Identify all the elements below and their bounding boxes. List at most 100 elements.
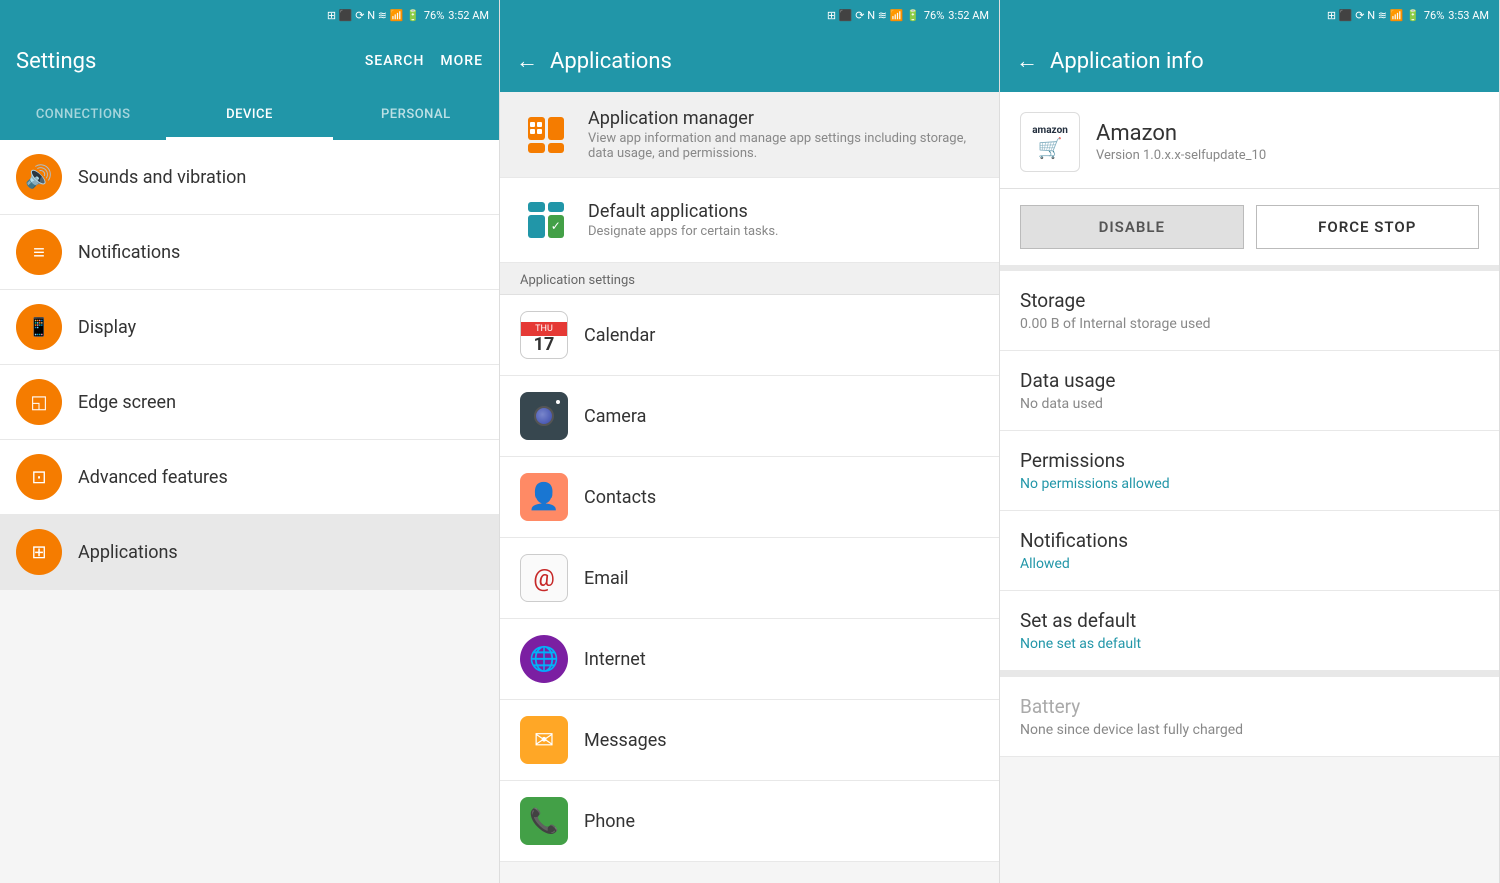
app-manager-name: Application manager	[588, 108, 979, 129]
notifications-value: Allowed	[1020, 556, 1479, 572]
battery-section[interactable]: Battery None since device last fully cha…	[1000, 677, 1499, 757]
applications-back-btn[interactable]: ←	[516, 48, 538, 74]
app-info-back-btn[interactable]: ←	[1016, 48, 1038, 74]
set-default-section[interactable]: Set as default None set as default	[1000, 591, 1499, 671]
default-apps-text: Default applications Designate apps for …	[588, 201, 778, 239]
settings-title: Settings	[16, 49, 365, 74]
camera-item[interactable]: Camera	[500, 376, 999, 457]
email-item[interactable]: @ Email	[500, 538, 999, 619]
default-apps-desc: Designate apps for certain tasks.	[588, 224, 778, 239]
data-usage-section[interactable]: Data usage No data used	[1000, 351, 1499, 431]
battery-pct-2: 76%	[924, 9, 944, 22]
notifications-label: Notifications	[78, 242, 180, 263]
notifications-section[interactable]: Notifications Allowed	[1000, 511, 1499, 591]
settings-list: 🔊 Sounds and vibration ≡ Notifications 📱…	[0, 140, 499, 883]
display-icon: 📱	[16, 304, 62, 350]
app-name-version: Amazon Version 1.0.x.x-selfupdate_10	[1096, 121, 1266, 163]
permissions-title: Permissions	[1020, 449, 1479, 472]
app-info-content: amazon 🛒 Amazon Version 1.0.x.x-selfupda…	[1000, 92, 1499, 883]
default-apps-item[interactable]: ✓ Default applications Designate apps fo…	[500, 178, 999, 263]
calendar-icon: THU 17	[520, 311, 568, 359]
camera-text: Camera	[584, 406, 646, 427]
settings-item-notifications[interactable]: ≡ Notifications	[0, 215, 499, 290]
phone-item[interactable]: 📞 Phone	[500, 781, 999, 862]
settings-actions: SEARCH MORE	[365, 53, 483, 69]
internet-name: Internet	[584, 649, 646, 670]
settings-item-display[interactable]: 📱 Display	[0, 290, 499, 365]
app-manager-desc: View app information and manage app sett…	[588, 131, 979, 161]
notifications-title: Notifications	[1020, 529, 1479, 552]
app-settings-header: Application settings	[500, 263, 999, 295]
disable-button[interactable]: DISABLE	[1020, 205, 1244, 249]
apps-icon: ⊞	[16, 529, 62, 575]
email-icon: @	[520, 554, 568, 602]
settings-item-edge[interactable]: ◱ Edge screen	[0, 365, 499, 440]
settings-tabs: CONNECTIONS DEVICE PERSONAL	[0, 92, 499, 140]
settings-item-advanced[interactable]: ⊡ Advanced features	[0, 440, 499, 515]
applications-title: Applications	[550, 49, 983, 74]
more-action[interactable]: MORE	[440, 53, 483, 69]
battery-pct-3: 76%	[1424, 9, 1444, 22]
settings-panel: ⊞ ⬛ ⟳ N ≋ 📶 🔋 76% 3:52 AM Settings SEARC…	[0, 0, 500, 883]
notification-icon: ≡	[16, 229, 62, 275]
tab-device[interactable]: DEVICE	[166, 92, 332, 140]
display-label: Display	[78, 317, 136, 338]
time-2: 3:52 AM	[948, 9, 989, 22]
email-name: Email	[584, 568, 629, 589]
amazon-app-name: Amazon	[1096, 121, 1266, 146]
phone-text: Phone	[584, 811, 635, 832]
status-icons-3: ⊞ ⬛ ⟳ N ≋ 📶 🔋	[1327, 9, 1420, 22]
applications-label: Applications	[78, 542, 178, 563]
advanced-label: Advanced features	[78, 467, 228, 488]
edge-icon: ◱	[16, 379, 62, 425]
status-icons-1: ⊞ ⬛ ⟳ N ≋ 📶 🔋	[327, 9, 420, 22]
messages-icon: ✉	[520, 716, 568, 764]
applications-list: Application manager View app information…	[500, 92, 999, 883]
default-apps-icon: ✓	[520, 194, 572, 246]
search-action[interactable]: SEARCH	[365, 53, 425, 69]
battery-title: Battery	[1020, 695, 1479, 718]
data-usage-value: No data used	[1020, 396, 1479, 412]
app-header-section: amazon 🛒 Amazon Version 1.0.x.x-selfupda…	[1000, 92, 1499, 189]
set-default-title: Set as default	[1020, 609, 1479, 632]
internet-item[interactable]: 🌐 Internet	[500, 619, 999, 700]
app-manager-text: Application manager View app information…	[588, 108, 979, 161]
tab-personal[interactable]: PERSONAL	[333, 92, 499, 140]
contacts-icon: 👤	[520, 473, 568, 521]
amazon-logo: amazon 🛒	[1020, 112, 1080, 172]
amazon-app-version: Version 1.0.x.x-selfupdate_10	[1096, 148, 1266, 163]
settings-item-sounds[interactable]: 🔊 Sounds and vibration	[0, 140, 499, 215]
calendar-text: Calendar	[584, 325, 655, 346]
default-apps-name: Default applications	[588, 201, 778, 222]
storage-value: 0.00 B of Internal storage used	[1020, 316, 1479, 332]
email-text: Email	[584, 568, 629, 589]
camera-icon	[520, 392, 568, 440]
app-manager-item[interactable]: Application manager View app information…	[500, 92, 999, 178]
data-usage-title: Data usage	[1020, 369, 1479, 392]
camera-name: Camera	[584, 406, 646, 427]
storage-title: Storage	[1020, 289, 1479, 312]
permissions-section[interactable]: Permissions No permissions allowed	[1000, 431, 1499, 511]
status-icons-2: ⊞ ⬛ ⟳ N ≋ 📶 🔋	[827, 9, 920, 22]
tab-connections[interactable]: CONNECTIONS	[0, 92, 166, 140]
app-manager-icon	[520, 109, 572, 161]
permissions-value: No permissions allowed	[1020, 476, 1479, 492]
force-stop-button[interactable]: FORCE STOP	[1256, 205, 1480, 249]
volume-icon: 🔊	[16, 154, 62, 200]
status-bar-2: ⊞ ⬛ ⟳ N ≋ 📶 🔋 76% 3:52 AM	[500, 0, 999, 30]
battery-value: None since device last fully charged	[1020, 722, 1479, 738]
phone-name: Phone	[584, 811, 635, 832]
internet-text: Internet	[584, 649, 646, 670]
storage-section[interactable]: Storage 0.00 B of Internal storage used	[1000, 271, 1499, 351]
messages-item[interactable]: ✉ Messages	[500, 700, 999, 781]
app-info-title: Application info	[1050, 49, 1483, 74]
contacts-item[interactable]: 👤 Contacts	[500, 457, 999, 538]
calendar-item[interactable]: THU 17 Calendar	[500, 295, 999, 376]
status-bar-3: ⊞ ⬛ ⟳ N ≋ 📶 🔋 76% 3:53 AM	[1000, 0, 1499, 30]
set-default-value: None set as default	[1020, 636, 1479, 652]
status-bar-1: ⊞ ⬛ ⟳ N ≋ 📶 🔋 76% 3:52 AM	[0, 0, 499, 30]
contacts-name: Contacts	[584, 487, 656, 508]
phone-icon: 📞	[520, 797, 568, 845]
settings-item-applications[interactable]: ⊞ Applications	[0, 515, 499, 590]
time-3: 3:53 AM	[1448, 9, 1489, 22]
